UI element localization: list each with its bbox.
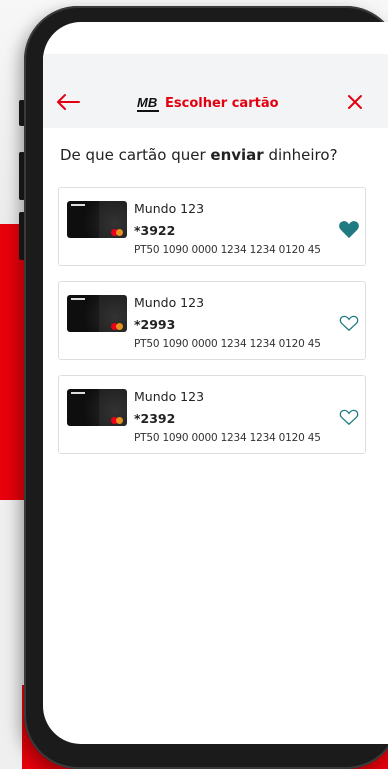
question-prefix: De que cartão quer [60, 146, 211, 164]
card-image [67, 201, 127, 238]
card-number: *2993 [134, 317, 176, 332]
card-iban: PT50 1090 0000 1234 1234 0120 45 [134, 432, 321, 444]
question-suffix: dinheiro? [263, 146, 338, 164]
card-option-3[interactable]: Mundo 123 *2392 PT50 1090 0000 1234 1234… [58, 375, 366, 454]
card-iban: PT50 1090 0000 1234 1234 0120 45 [134, 338, 321, 350]
mastercard-logo [111, 229, 123, 236]
arrow-left-icon[interactable] [55, 92, 81, 112]
multibanco-logo: MB [137, 95, 159, 112]
mastercard-logo [111, 417, 123, 424]
question-emphasis: enviar [210, 146, 264, 164]
heart-filled-icon[interactable] [338, 219, 360, 239]
card-number: *3922 [134, 223, 176, 238]
heart-outline-icon[interactable] [338, 313, 360, 333]
phone-screen: MB Escolher cartão De que cartão quer en… [43, 22, 388, 744]
card-iban: PT50 1090 0000 1234 1234 0120 45 [134, 244, 321, 256]
card-name: Mundo 123 [134, 201, 205, 216]
page-title: Escolher cartão [165, 96, 279, 111]
card-name: Mundo 123 [134, 295, 205, 310]
question-heading: De que cartão quer enviar dinheiro? [60, 146, 338, 164]
card-option-2[interactable]: Mundo 123 *2993 PT50 1090 0000 1234 1234… [58, 281, 366, 360]
mastercard-logo [111, 323, 123, 330]
card-option-1[interactable]: Mundo 123 *3922 PT50 1090 0000 1234 1234… [58, 187, 366, 266]
app-header: MB Escolher cartão [43, 54, 388, 128]
card-image [67, 389, 127, 426]
card-image [67, 295, 127, 332]
card-name: Mundo 123 [134, 389, 205, 404]
close-icon[interactable] [345, 92, 365, 112]
heart-outline-icon[interactable] [338, 407, 360, 427]
card-number: *2392 [134, 411, 176, 426]
